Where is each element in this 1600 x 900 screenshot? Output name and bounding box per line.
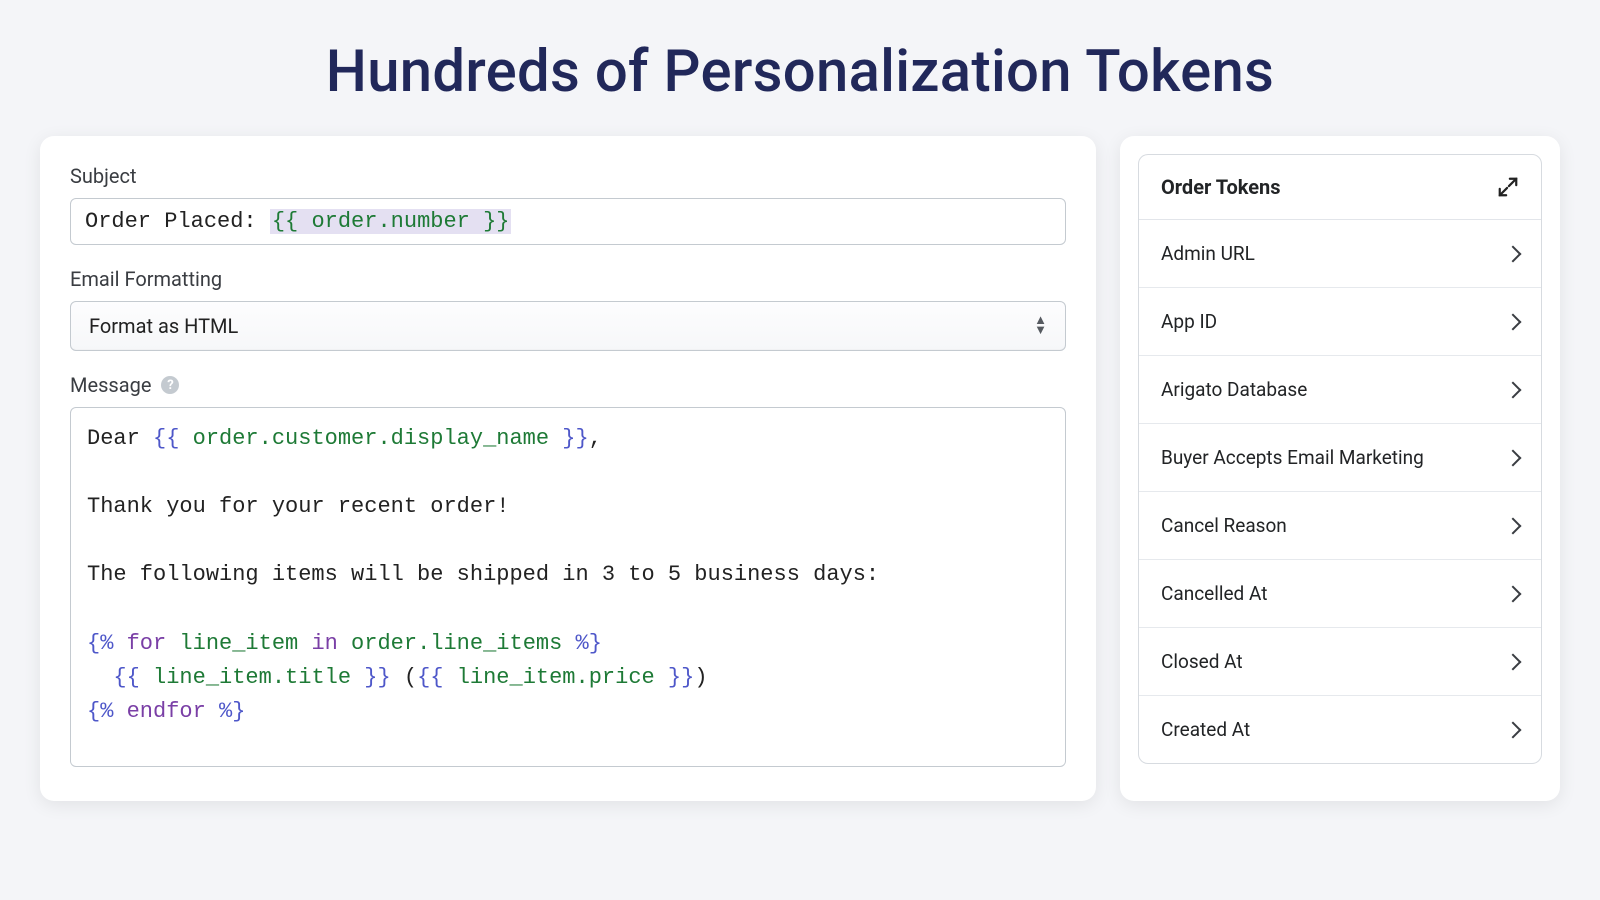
code-token: %} — [562, 631, 602, 656]
code-token: in — [311, 631, 337, 656]
token-item[interactable]: Cancelled At — [1139, 560, 1541, 628]
code-token: %} — [206, 699, 246, 724]
help-icon[interactable]: ? — [161, 376, 179, 394]
token-item-label: App ID — [1161, 310, 1217, 333]
token-item-label: Buyer Accepts Email Marketing — [1161, 446, 1424, 469]
code-token: ) — [694, 665, 707, 690]
token-item-label: Closed At — [1161, 650, 1243, 673]
page-title: Hundreds of Personalization Tokens — [0, 0, 1600, 116]
chevron-right-icon — [1505, 517, 1522, 534]
token-item[interactable]: Admin URL — [1139, 220, 1541, 288]
code-token: }} — [549, 426, 589, 451]
tokens-title: Order Tokens — [1161, 175, 1281, 199]
email-formatting-value: Format as HTML — [89, 314, 238, 338]
token-item[interactable]: App ID — [1139, 288, 1541, 356]
code-token: Thank you for your recent order! — [87, 494, 509, 519]
token-item[interactable]: Arigato Database — [1139, 356, 1541, 424]
code-token: The following items will be shipped in 3… — [87, 562, 879, 587]
code-token: {% — [87, 631, 127, 656]
expand-icon[interactable] — [1497, 176, 1519, 198]
code-token: line_item — [166, 631, 311, 656]
code-token: for — [127, 631, 167, 656]
code-token: {{ — [113, 665, 153, 690]
code-token: endfor — [127, 699, 206, 724]
code-token: line_item.title — [153, 665, 351, 690]
token-item[interactable]: Cancel Reason — [1139, 492, 1541, 560]
code-token: {{ — [417, 665, 457, 690]
token-item[interactable]: Closed At — [1139, 628, 1541, 696]
token-item-label: Created At — [1161, 718, 1250, 741]
tokens-panel: Order Tokens Admin URL App ID Arigato Data… — [1120, 136, 1560, 801]
code-token: order.customer.display_name — [193, 426, 549, 451]
chevron-right-icon — [1505, 313, 1522, 330]
message-textarea[interactable]: Dear {{ order.customer.display_name }}, … — [70, 407, 1066, 767]
token-item-label: Cancelled At — [1161, 582, 1267, 605]
subject-prefix-text: Order Placed: — [85, 209, 270, 234]
code-token: Dear — [87, 426, 153, 451]
chevron-right-icon — [1505, 721, 1522, 738]
email-formatting-label: Email Formatting — [70, 267, 1066, 291]
token-item-label: Admin URL — [1161, 242, 1255, 265]
token-item[interactable]: Buyer Accepts Email Marketing — [1139, 424, 1541, 492]
token-item-label: Arigato Database — [1161, 378, 1307, 401]
subject-input[interactable]: Order Placed: {{ order.number }} — [70, 198, 1066, 245]
message-label-row: Message ? — [70, 373, 1066, 397]
token-item[interactable]: Created At — [1139, 696, 1541, 763]
code-token: ( — [391, 665, 417, 690]
code-token: }} — [655, 665, 695, 690]
chevron-right-icon — [1505, 449, 1522, 466]
tokens-list: Order Tokens Admin URL App ID Arigato Data… — [1138, 154, 1542, 764]
token-item-label: Cancel Reason — [1161, 514, 1287, 537]
subject-label: Subject — [70, 164, 1066, 188]
subject-token: {{ order.number }} — [270, 209, 512, 234]
code-token — [87, 665, 113, 690]
code-token: {{ — [153, 426, 193, 451]
chevron-right-icon — [1505, 653, 1522, 670]
code-token: {% — [87, 699, 127, 724]
code-token: order.line_items — [338, 631, 562, 656]
email-formatting-select[interactable]: Format as HTML ▲▼ — [70, 301, 1066, 351]
code-token: }} — [351, 665, 391, 690]
message-label: Message — [70, 373, 151, 397]
tokens-header: Order Tokens — [1139, 155, 1541, 220]
email-editor-card: Subject Order Placed: {{ order.number }}… — [40, 136, 1096, 801]
select-caret-icon: ▲▼ — [1034, 317, 1047, 335]
chevron-right-icon — [1505, 585, 1522, 602]
chevron-right-icon — [1505, 245, 1522, 262]
code-token: line_item.price — [457, 665, 655, 690]
code-token: , — [589, 426, 602, 451]
chevron-right-icon — [1505, 381, 1522, 398]
